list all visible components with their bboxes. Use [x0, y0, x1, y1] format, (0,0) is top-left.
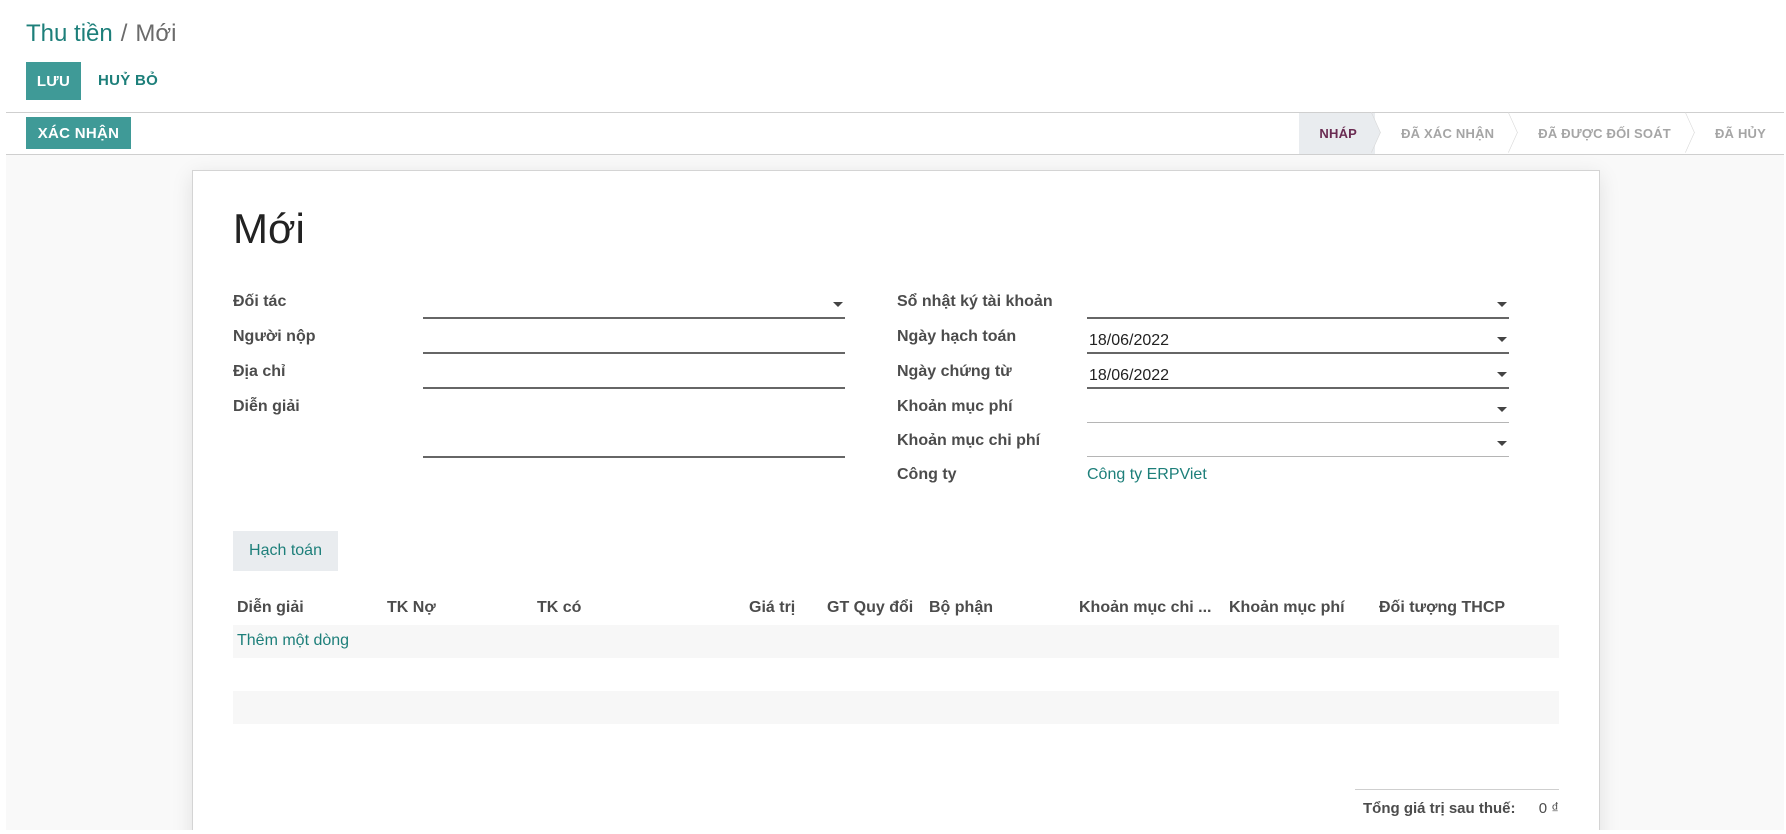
app-window: Thu tiền / Mới LƯU HUỶ BỎ XÁC NHẬN NHÁP ĐÃ… [6, 0, 1784, 830]
partner-field[interactable] [423, 291, 845, 319]
discard-button[interactable]: HUỶ BỎ [98, 62, 158, 100]
tab-accounting[interactable]: Hạch toán [233, 531, 338, 571]
save-button[interactable]: LƯU [26, 62, 81, 100]
address-field[interactable] [423, 361, 845, 389]
add-line-link[interactable]: Thêm một dòng [237, 632, 349, 650]
accounting-date-field[interactable]: 18/06/2022 [1087, 326, 1509, 354]
column-header[interactable]: Đối tượng THCP [1379, 599, 1505, 617]
column-header[interactable]: Diễn giải [237, 599, 304, 617]
status-bar: XÁC NHẬN NHÁP ĐÃ XÁC NHẬN ĐÃ ĐƯỢC ĐỐI SO… [6, 113, 1784, 155]
fee-item-field[interactable] [1087, 396, 1509, 423]
chevron-down-icon[interactable] [1497, 337, 1507, 342]
column-header[interactable]: TK Nợ [387, 599, 436, 617]
column-header[interactable]: TK có [537, 599, 581, 617]
description-textarea[interactable] [423, 396, 845, 458]
document-date-value: 18/06/2022 [1089, 367, 1170, 384]
breadcrumb: Thu tiền / Mới [26, 18, 176, 50]
journal-field[interactable] [1087, 291, 1509, 319]
expense-item-field[interactable] [1087, 430, 1509, 457]
lines-table: Diễn giải TK Nợ TK có Giá trị GT Quy đổi… [233, 591, 1559, 757]
stage-reconciled[interactable]: ĐÃ ĐƯỢC ĐỐI SOÁT [1512, 113, 1689, 154]
partner-label: Đối tác [233, 293, 287, 310]
control-panel: Thu tiền / Mới LƯU HUỶ BỎ [6, 0, 1784, 113]
column-header[interactable]: Giá trị [749, 599, 795, 617]
table-row [233, 724, 1559, 757]
breadcrumb-current: Mới [135, 20, 177, 47]
chevron-down-icon[interactable] [1497, 441, 1507, 446]
column-header[interactable]: Bộ phận [929, 599, 993, 617]
breadcrumb-parent[interactable]: Thu tiền [26, 20, 113, 47]
stage-cancelled[interactable]: ĐÃ HỦY [1689, 113, 1784, 154]
expense-item-label: Khoản mục chi phí [897, 432, 1041, 449]
column-header[interactable]: GT Quy đổi [827, 599, 913, 617]
table-row [233, 691, 1559, 724]
chevron-down-icon[interactable] [1497, 302, 1507, 307]
accounting-date-value: 18/06/2022 [1089, 332, 1170, 349]
payer-label: Người nộp [233, 328, 316, 345]
payer-field[interactable] [423, 326, 845, 354]
confirm-button[interactable]: XÁC NHẬN [26, 117, 131, 149]
stage-confirmed[interactable]: ĐÃ XÁC NHẬN [1375, 113, 1512, 154]
company-label: Công ty [897, 466, 957, 483]
chevron-down-icon[interactable] [1497, 407, 1507, 412]
journal-label: Sổ nhật ký tài khoản [897, 293, 1053, 310]
status-stages: NHÁP ĐÃ XÁC NHẬN ĐÃ ĐƯỢC ĐỐI SOÁT ĐÃ HỦY [1299, 113, 1784, 154]
fee-item-label: Khoản mục phí [897, 398, 1013, 415]
column-header[interactable]: Khoản mục chi ... [1079, 599, 1211, 617]
document-date-label: Ngày chứng từ [897, 363, 1012, 380]
description-label: Diễn giải [233, 398, 300, 415]
total-value: 0 ₫ [1538, 800, 1559, 817]
table-row: Thêm một dòng [233, 625, 1559, 658]
document-date-field[interactable]: 18/06/2022 [1087, 361, 1509, 389]
totals-summary: Tổng giá trị sau thuế: 0 ₫ [1355, 789, 1559, 817]
breadcrumb-separator: / [120, 20, 128, 47]
form-sheet: Mới Đối tác Người nộp Địa chỉ Diễn giải … [192, 170, 1600, 830]
address-label: Địa chỉ [233, 363, 286, 380]
table-header: Diễn giải TK Nợ TK có Giá trị GT Quy đổi… [233, 591, 1559, 625]
stage-draft[interactable]: NHÁP [1299, 113, 1376, 154]
column-header[interactable]: Khoản mục phí [1229, 599, 1345, 617]
company-link[interactable]: Công ty ERPViet [1087, 466, 1207, 484]
table-row [233, 658, 1559, 691]
chevron-down-icon[interactable] [833, 302, 843, 307]
total-label: Tổng giá trị sau thuế: [1363, 800, 1516, 817]
record-title: Mới [233, 205, 305, 252]
chevron-down-icon[interactable] [1497, 372, 1507, 377]
accounting-date-label: Ngày hạch toán [897, 328, 1017, 345]
